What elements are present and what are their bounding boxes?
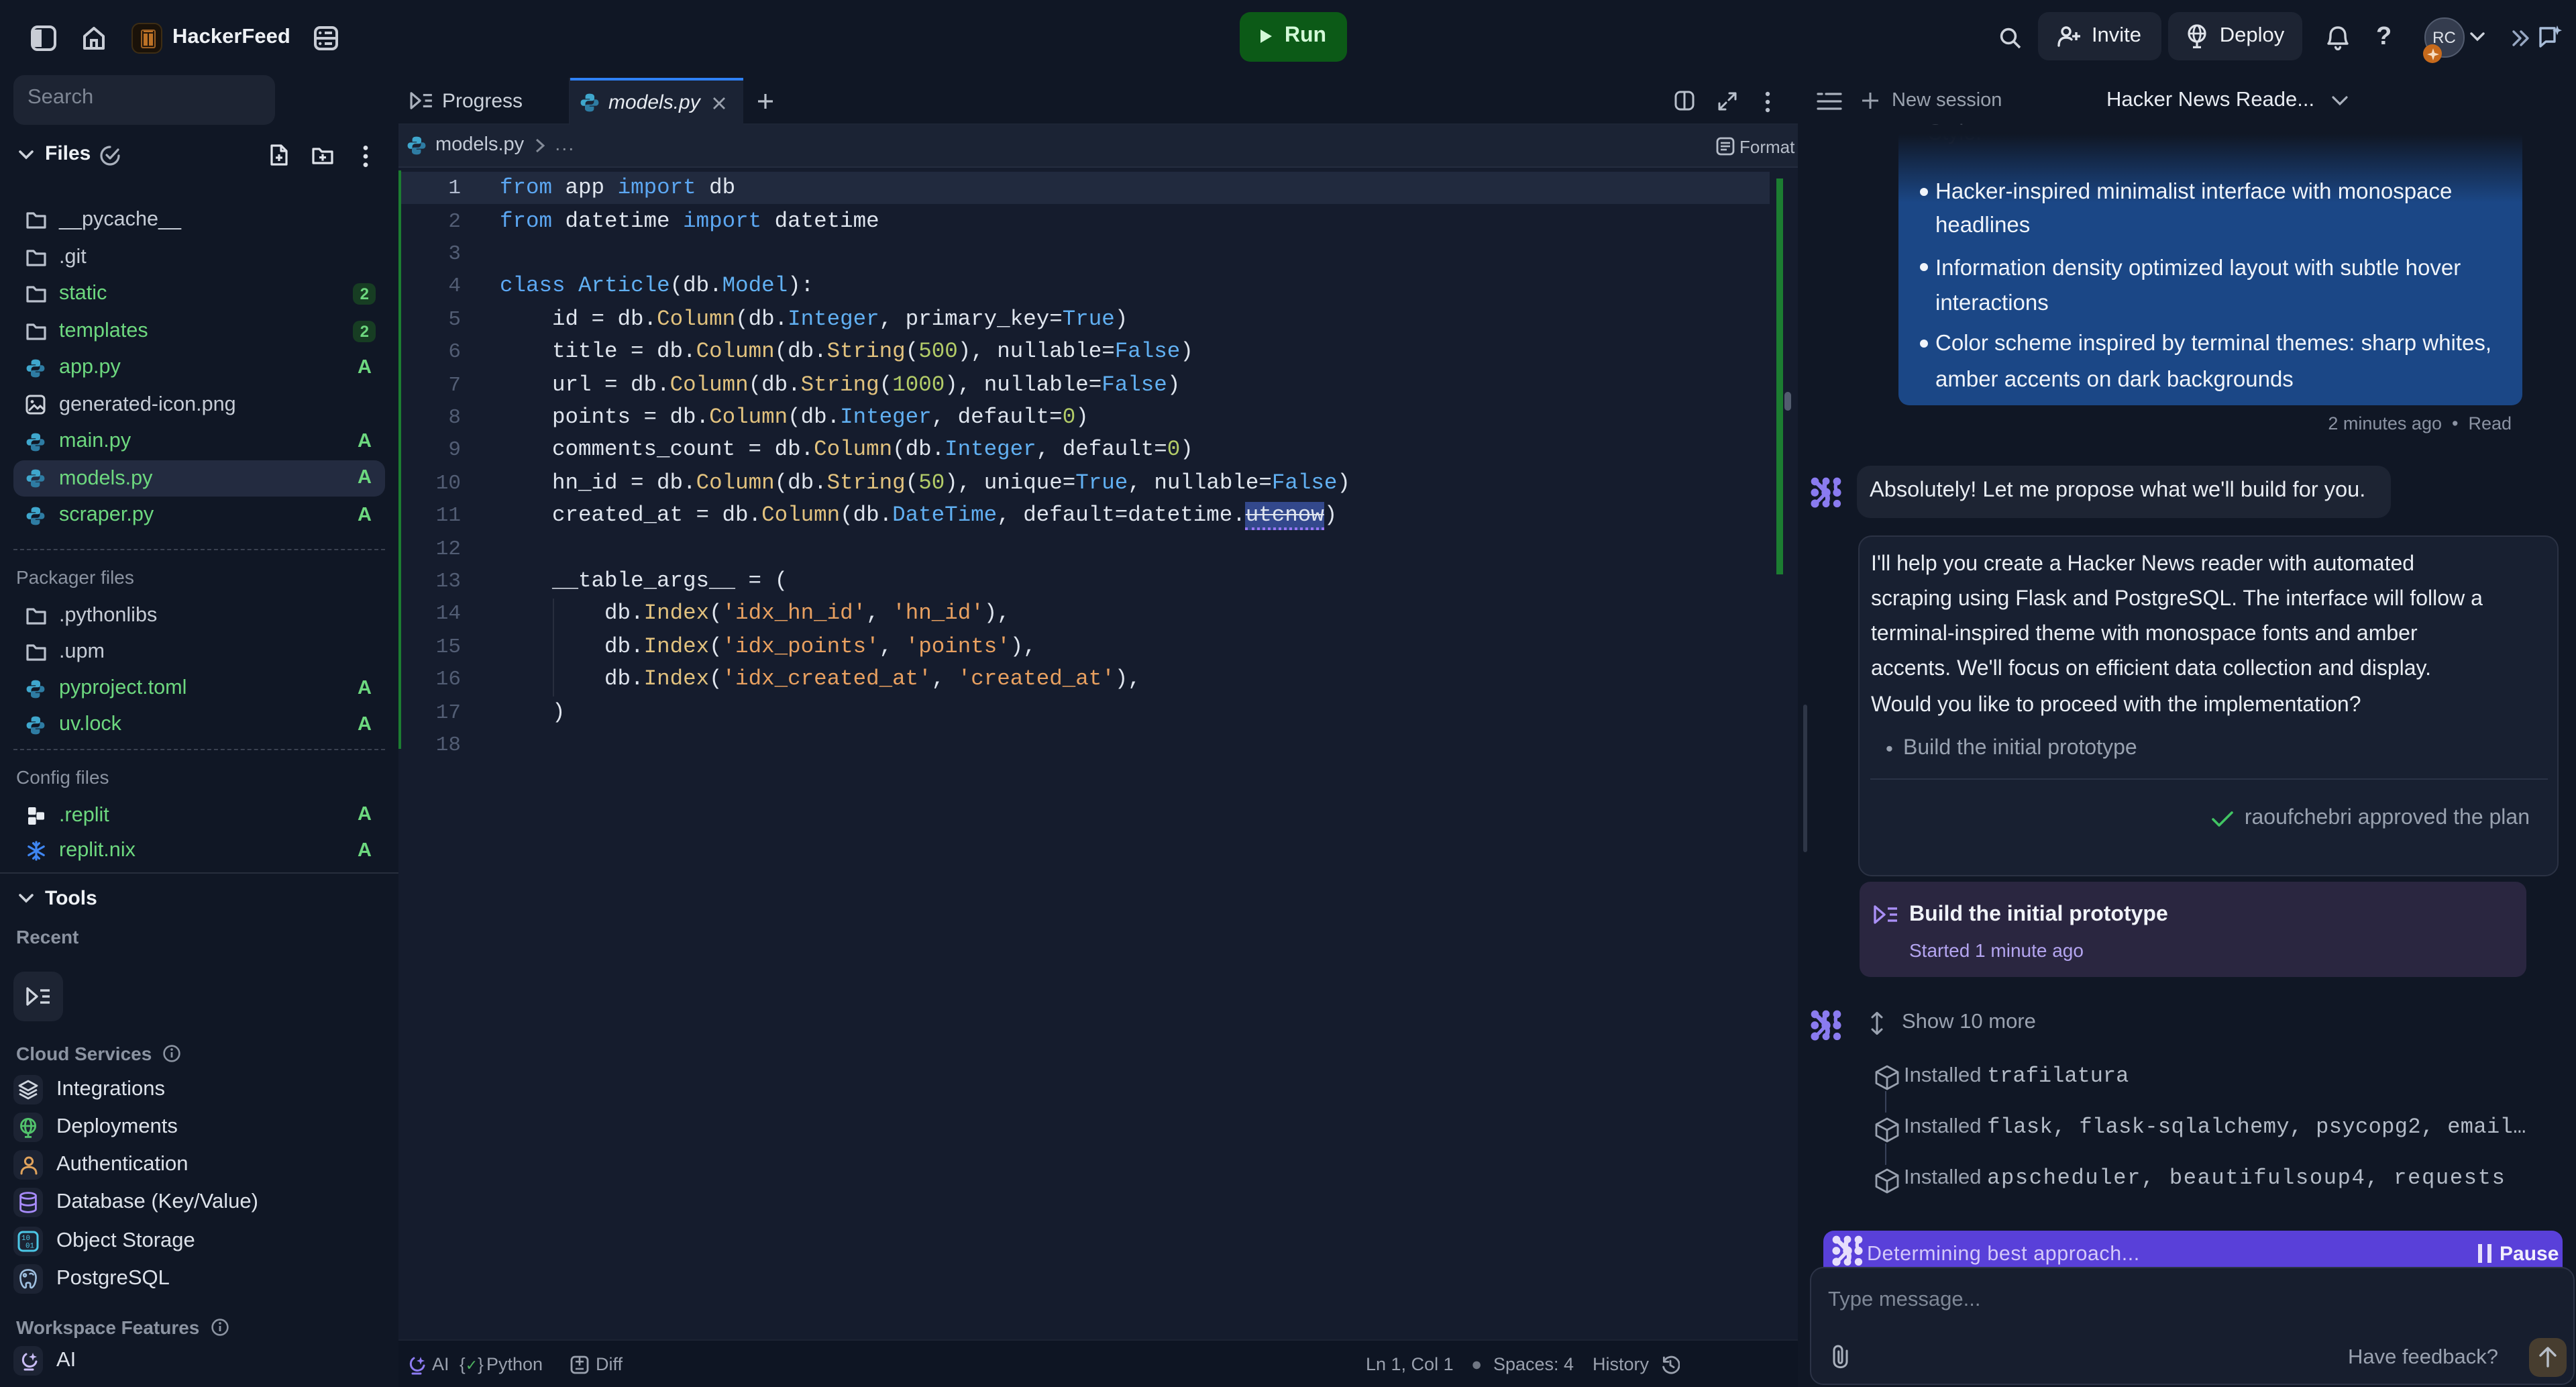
- svg-text:10: 10: [21, 1234, 30, 1242]
- svg-text:01: 01: [25, 1242, 34, 1250]
